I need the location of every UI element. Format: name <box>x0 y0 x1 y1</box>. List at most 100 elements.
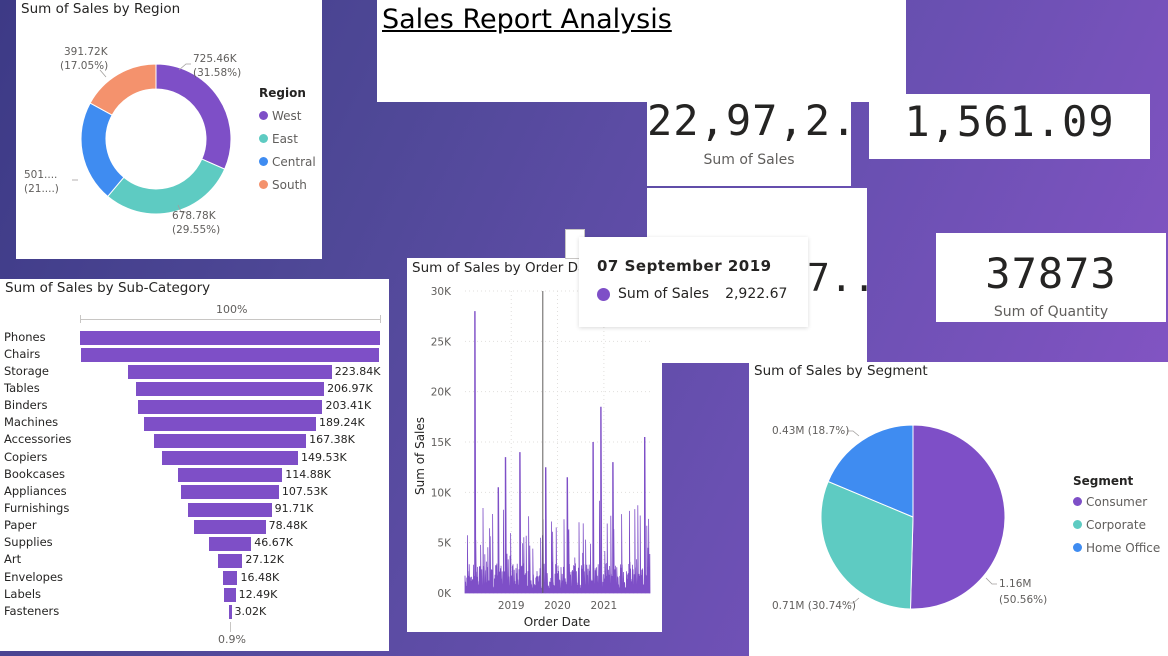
segment-legend: Segment Consumer Corporate Home Office <box>1073 474 1160 559</box>
region-label-south-pct: (17.05%) <box>60 60 108 72</box>
region-chart-panel[interactable]: Sum of Sales by Region 725.46K (31.58%) … <box>16 0 322 259</box>
funnel-category-label: Tables <box>4 380 40 395</box>
region-legend-title: Region <box>259 86 306 100</box>
region-legend: Region West East Central South <box>259 86 316 196</box>
funnel-value-label: 12.49K <box>238 587 278 601</box>
funnel-category-label: Paper <box>4 518 37 533</box>
funnel-category-label: Art <box>4 552 22 567</box>
funnel-value-label: 149.53K <box>300 450 347 464</box>
legend-item-corporate[interactable]: Corporate <box>1073 513 1160 536</box>
legend-item-home-office[interactable]: Home Office <box>1073 536 1160 559</box>
order-date-xlabel: Order Date <box>524 615 591 629</box>
funnel-category-label: Binders <box>4 398 48 413</box>
funnel-bar[interactable] <box>128 365 332 380</box>
kpi-hidden-value: 7... <box>807 256 867 300</box>
funnel-bar[interactable] <box>224 588 236 603</box>
legend-item-central[interactable]: Central <box>259 150 316 173</box>
funnel-value-label: 78.48K <box>268 519 308 533</box>
funnel-bar[interactable] <box>222 571 238 586</box>
funnel-bar[interactable] <box>80 331 380 345</box>
segment-leader-consumer <box>985 577 997 585</box>
tooltip-series-value: 2,922.67 <box>725 286 788 302</box>
segment-slice-consumer[interactable] <box>909 424 1006 610</box>
funnel-bar[interactable] <box>217 553 243 568</box>
funnel-value-label: 203.41K <box>325 399 372 413</box>
funnel-bar[interactable] <box>188 502 272 517</box>
funnel-value-label: 46.67K <box>254 536 293 550</box>
region-label-east-value: 678.78K <box>172 210 217 222</box>
kpi-sales-caption: Sum of Sales <box>703 152 795 168</box>
y-tick-label: 10K <box>431 487 452 499</box>
tooltip-series-name: Sum of Sales <box>618 286 710 302</box>
kpi-card-profit[interactable]: 1,561.09 <box>869 94 1150 159</box>
funnel-category-label: Phones <box>4 329 46 344</box>
region-slice-east[interactable] <box>107 158 226 215</box>
funnel-category-label: Bookcases <box>4 466 66 481</box>
y-tick-label: 0K <box>437 588 452 600</box>
funnel-category-label: Fasteners <box>4 603 60 618</box>
hover-tooltip: 07 September 2019 Sum of Sales 2,922.67 <box>579 237 808 327</box>
funnel-value-label: 223.84K <box>334 364 381 378</box>
funnel-bar[interactable] <box>228 605 232 620</box>
kpi-card-quantity[interactable]: 37873 Sum of Quantity <box>936 233 1166 322</box>
legend-label: Home Office <box>1086 540 1161 555</box>
y-tick-label: 25K <box>431 336 452 348</box>
funnel-bar[interactable] <box>181 485 279 500</box>
legend-item-south[interactable]: South <box>259 173 316 196</box>
y-tick-label: 30K <box>431 286 452 298</box>
order-date-ylabel: Sum of Sales <box>413 417 427 495</box>
region-label-west-pct: (31.58%) <box>193 67 241 79</box>
legend-dot <box>259 111 268 120</box>
region-slice-west[interactable] <box>155 63 232 170</box>
legend-dot <box>259 134 268 143</box>
funnel-bar[interactable] <box>177 468 283 483</box>
funnel-bar[interactable] <box>137 399 323 414</box>
legend-dot <box>259 157 268 166</box>
kpi-sales-value: 22,97,2... <box>647 96 851 145</box>
segment-legend-title: Segment <box>1073 474 1134 488</box>
x-tick-label: 2019 <box>498 600 525 612</box>
funnel-bar[interactable] <box>80 348 380 363</box>
funnel-category-label: Labels <box>4 586 42 601</box>
legend-dot <box>259 180 268 189</box>
segment-chart-panel[interactable]: Sum of Sales by Segment 0.43M (18.7%) 0.… <box>749 362 1168 656</box>
funnel-category-label: Furnishings <box>4 501 70 515</box>
funnel-bar[interactable] <box>194 519 266 534</box>
subcategory-chart-panel[interactable]: Sum of Sales by Sub-Category 100% Phones… <box>0 279 389 651</box>
legend-label: South <box>272 177 307 192</box>
tooltip-series-dot <box>597 287 610 301</box>
legend-label: Central <box>272 154 316 169</box>
funnel-bar[interactable] <box>162 451 298 466</box>
tooltip-date: 07 September 2019 <box>597 257 772 275</box>
funnel-value-label: 206.97K <box>327 381 373 395</box>
legend-item-east[interactable]: East <box>259 127 316 150</box>
segment-label-corporate: 0.71M (30.74%) <box>772 600 856 612</box>
legend-label: West <box>272 108 302 123</box>
tooltip-row: Sum of Sales 2,922.67 <box>597 286 787 302</box>
funnel-value-label: 189.24K <box>319 416 365 430</box>
kpi-profit-value: 1,561.09 <box>904 97 1115 146</box>
legend-item-consumer[interactable]: Consumer <box>1073 490 1160 513</box>
funnel-value-label: 107.53K <box>281 484 328 498</box>
funnel-category-label: Chairs <box>4 346 41 361</box>
funnel-value-label: 27.12K <box>245 553 285 567</box>
segment-label-consumer-value: 1.16M <box>999 578 1031 590</box>
report-title: Sales Report Analysis <box>382 4 672 35</box>
legend-item-west[interactable]: West <box>259 104 316 127</box>
sales-line-series <box>464 311 651 594</box>
funnel-bar[interactable] <box>208 536 252 551</box>
region-slice-central[interactable] <box>80 102 125 198</box>
legend-label: Consumer <box>1086 494 1148 509</box>
legend-label: Corporate <box>1086 517 1146 532</box>
funnel-bar[interactable] <box>143 416 316 431</box>
funnel-bottom-pct: 0.9% <box>218 633 246 646</box>
kpi-card-sales[interactable]: 22,97,2... Sum of Sales <box>647 66 851 186</box>
legend-dot <box>1073 543 1082 552</box>
region-label-central-pct: (21....) <box>24 183 59 195</box>
funnel-bar[interactable] <box>135 382 325 397</box>
funnel-bar[interactable] <box>153 433 307 448</box>
region-label-east-pct: (29.55%) <box>172 224 220 236</box>
y-tick-label: 5K <box>437 538 452 550</box>
funnel-bottom-line <box>230 622 231 632</box>
kpi-quantity-value: 37873 <box>985 249 1117 298</box>
